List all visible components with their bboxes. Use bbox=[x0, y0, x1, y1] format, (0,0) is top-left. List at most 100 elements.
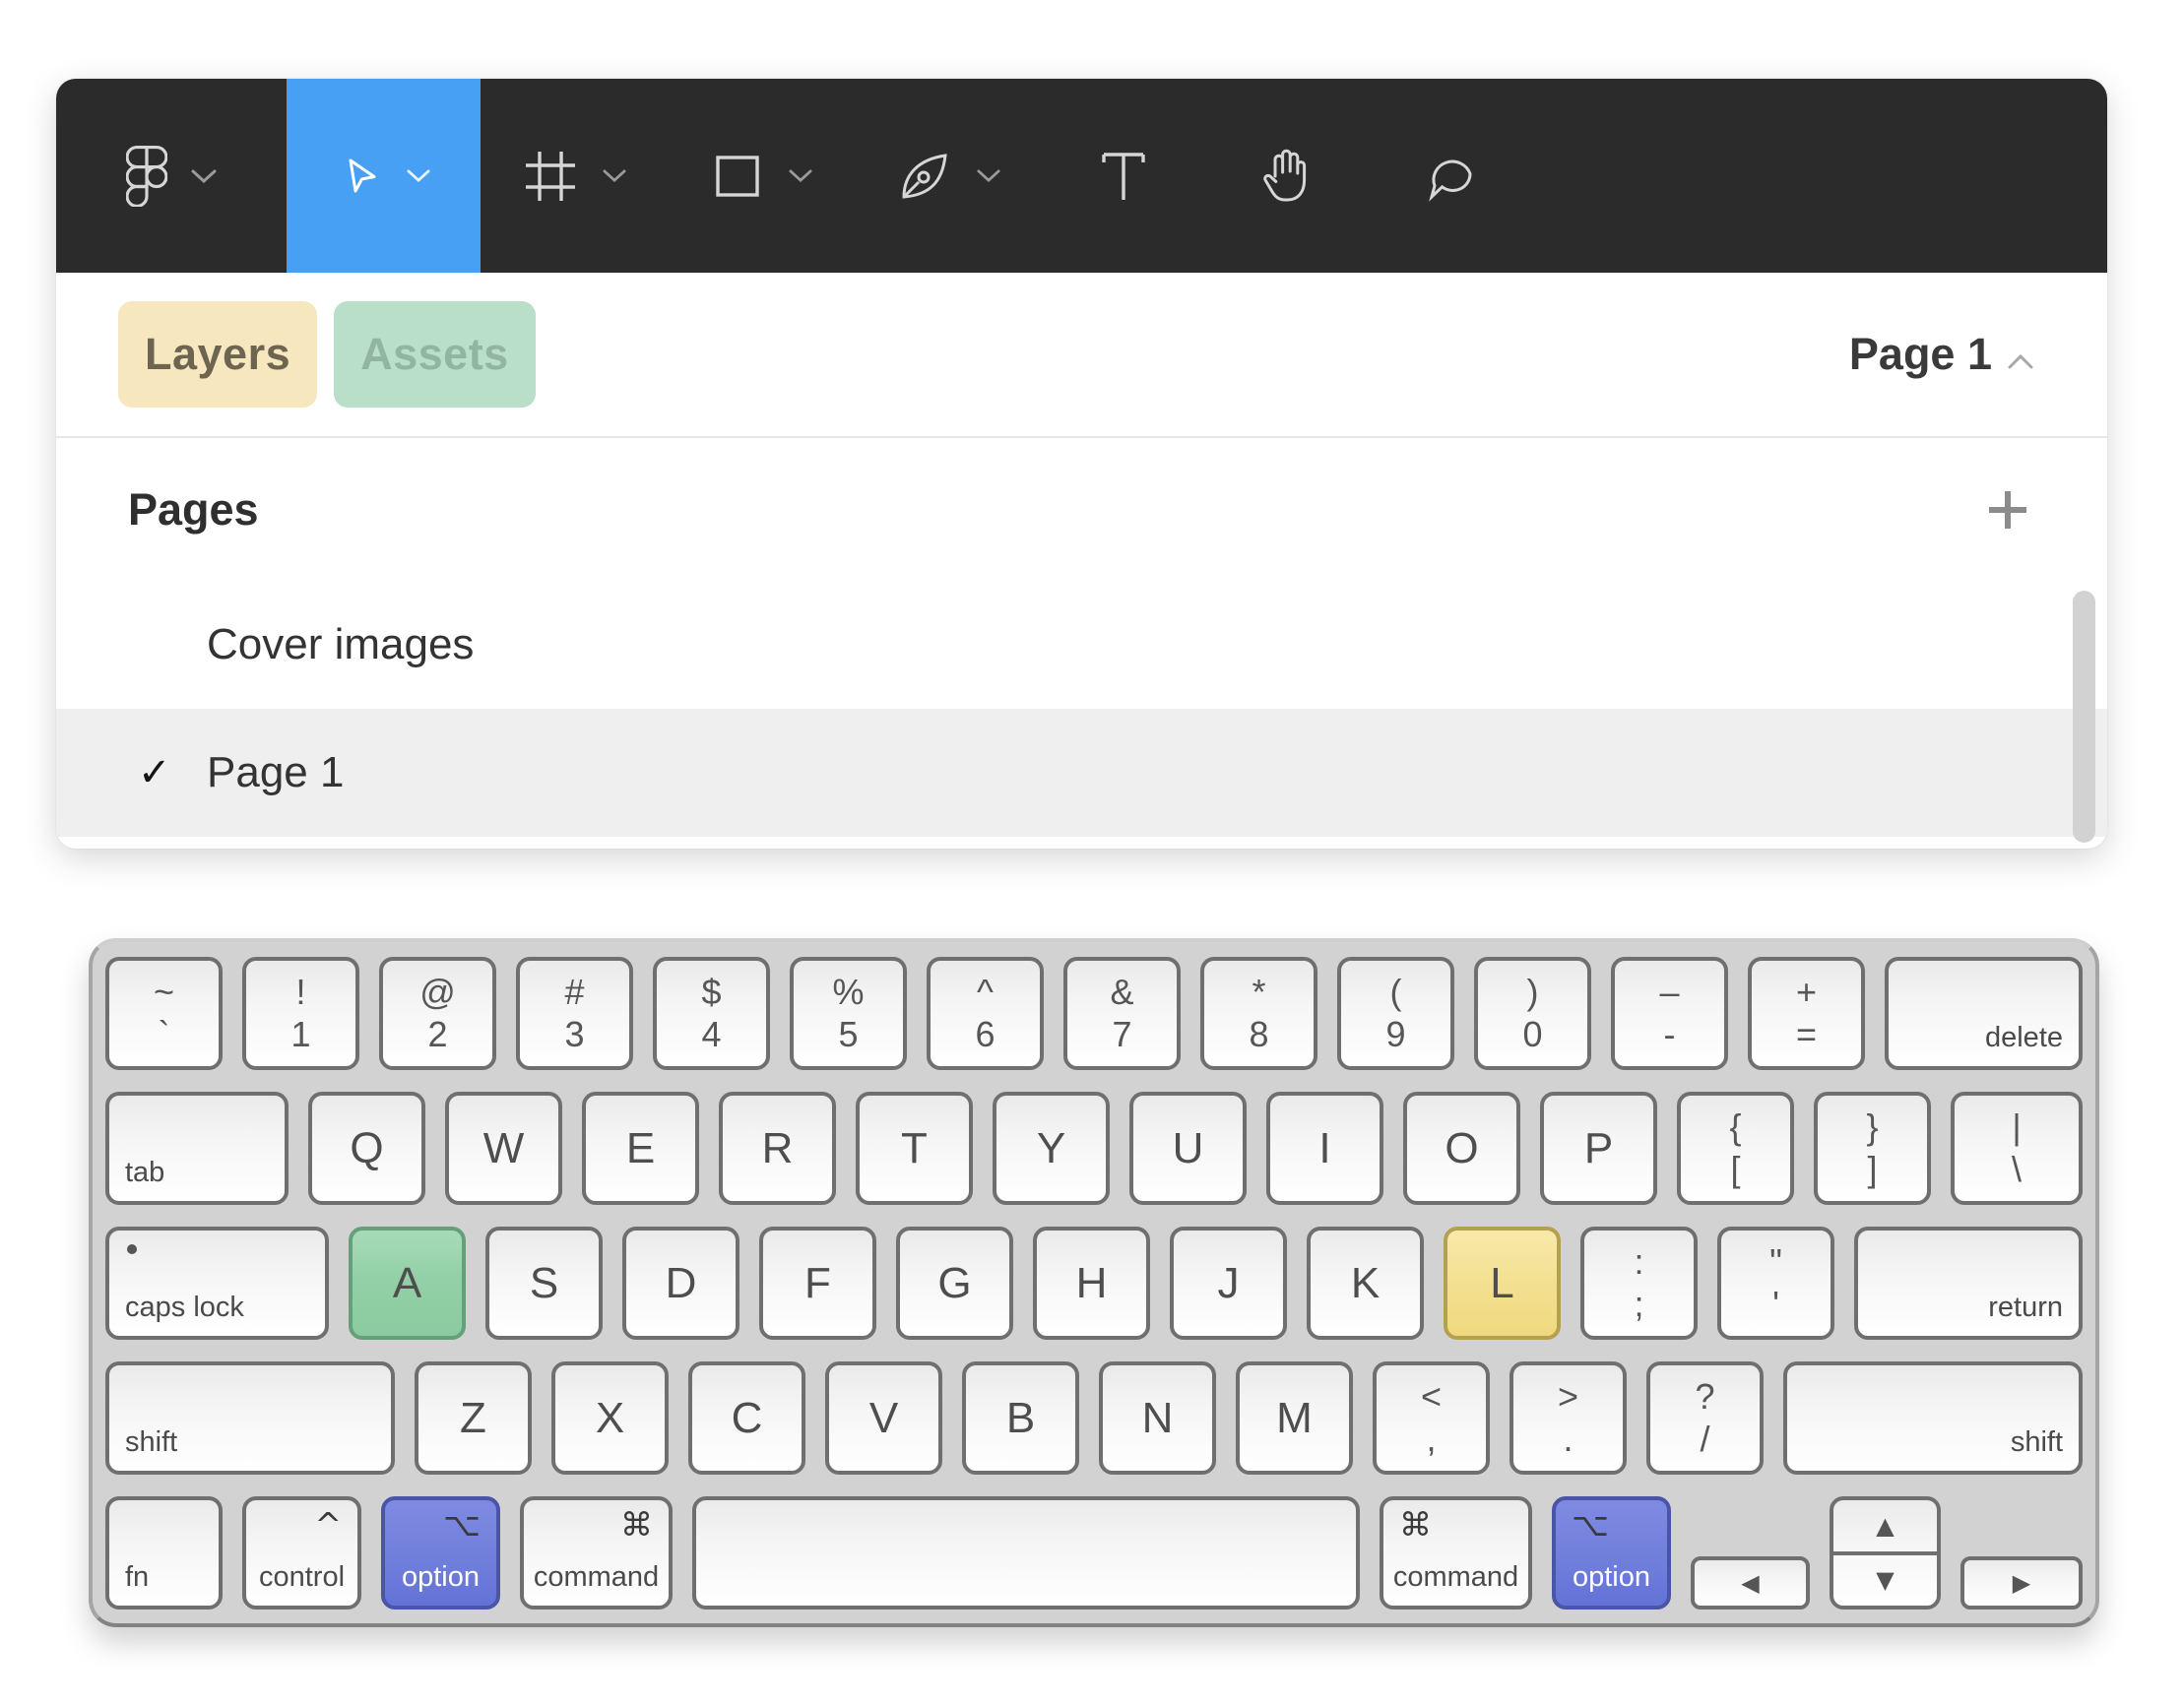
key-6[interactable]: ^6 bbox=[927, 957, 1044, 1070]
key-arrow-right[interactable]: ▶ bbox=[1960, 1556, 2083, 1610]
keyboard-row: tabQWERTYUIOP{[}]|\ bbox=[105, 1092, 2083, 1205]
figma-panel: Layers Assets Page 1 Pages Cover images bbox=[56, 79, 2107, 849]
key-e[interactable]: E bbox=[582, 1092, 699, 1205]
key-8[interactable]: *8 bbox=[1200, 957, 1317, 1070]
key-shift-left[interactable]: shift bbox=[105, 1361, 395, 1475]
key-backtick[interactable]: ~` bbox=[105, 957, 223, 1070]
key-slash[interactable]: ?/ bbox=[1646, 1361, 1764, 1475]
tab-assets[interactable]: Assets bbox=[334, 301, 536, 408]
hand-icon bbox=[1259, 147, 1315, 206]
main-menu-button[interactable] bbox=[56, 79, 287, 273]
key-1[interactable]: !1 bbox=[242, 957, 359, 1070]
tab-layers[interactable]: Layers bbox=[118, 301, 317, 408]
key-bracket-left[interactable]: {[ bbox=[1677, 1092, 1794, 1205]
tab-layers-label: Layers bbox=[145, 329, 290, 380]
key-z[interactable]: Z bbox=[415, 1361, 532, 1475]
key-4[interactable]: $4 bbox=[653, 957, 770, 1070]
key-fn[interactable]: fn bbox=[105, 1496, 223, 1610]
key-caps-lock[interactable]: caps lock bbox=[105, 1227, 329, 1340]
chevron-down-icon bbox=[191, 169, 217, 183]
shape-tool-button[interactable] bbox=[668, 79, 855, 273]
key-command-right[interactable]: ⌘command bbox=[1380, 1496, 1532, 1610]
pages-header: Pages bbox=[56, 438, 2107, 581]
key-b[interactable]: B bbox=[962, 1361, 1079, 1475]
key-n[interactable]: N bbox=[1099, 1361, 1216, 1475]
key-5[interactable]: %5 bbox=[790, 957, 907, 1070]
key-2[interactable]: @2 bbox=[379, 957, 496, 1070]
key-arrow-down[interactable]: ▼ bbox=[1833, 1551, 1937, 1607]
key-shift-right[interactable]: shift bbox=[1783, 1361, 2083, 1475]
key-option-right[interactable]: ⌥option bbox=[1552, 1496, 1671, 1610]
key-d[interactable]: D bbox=[622, 1227, 739, 1340]
keyboard-row: fn^control⌥option⌘command⌘command⌥option… bbox=[105, 1496, 2083, 1610]
caps-lock-indicator bbox=[127, 1244, 137, 1254]
page-selector[interactable]: Page 1 bbox=[1849, 329, 2033, 380]
page-selector-label: Page 1 bbox=[1849, 329, 1992, 380]
key-p[interactable]: P bbox=[1540, 1092, 1657, 1205]
key-q[interactable]: Q bbox=[308, 1092, 425, 1205]
key-0[interactable]: )0 bbox=[1474, 957, 1591, 1070]
key-bracket-right[interactable]: }] bbox=[1814, 1092, 1931, 1205]
key-j[interactable]: J bbox=[1170, 1227, 1287, 1340]
keyboard-row: ~`!1@2#3$4%5^6&7*8(9)0–-+=delete bbox=[105, 957, 2083, 1070]
key-s[interactable]: S bbox=[485, 1227, 603, 1340]
arrow-right-icon: ▶ bbox=[2013, 1571, 2030, 1595]
pages-scrollbar[interactable] bbox=[2073, 591, 2095, 843]
key-t[interactable]: T bbox=[856, 1092, 973, 1205]
add-page-button[interactable] bbox=[1985, 487, 2030, 533]
key-w[interactable]: W bbox=[445, 1092, 562, 1205]
key-option-left[interactable]: ⌥option bbox=[381, 1496, 500, 1610]
arrow-down-icon: ▼ bbox=[1876, 1568, 1894, 1592]
key-return[interactable]: return bbox=[1854, 1227, 2083, 1340]
chevron-down-icon bbox=[603, 169, 626, 182]
key-tab[interactable]: tab bbox=[105, 1092, 289, 1205]
key-quote[interactable]: "' bbox=[1717, 1227, 1834, 1340]
page-row-cover-images[interactable]: Cover images bbox=[56, 581, 2107, 709]
key-backslash[interactable]: |\ bbox=[1951, 1092, 2083, 1205]
page-name: Page 1 bbox=[207, 748, 344, 797]
key-g[interactable]: G bbox=[896, 1227, 1013, 1340]
key-control[interactable]: ^control bbox=[242, 1496, 361, 1610]
key-o[interactable]: O bbox=[1403, 1092, 1520, 1205]
key-l[interactable]: L bbox=[1444, 1227, 1561, 1340]
pen-tool-button[interactable] bbox=[855, 79, 1042, 273]
key-minus[interactable]: –- bbox=[1611, 957, 1728, 1070]
key-c[interactable]: C bbox=[688, 1361, 805, 1475]
key-comma[interactable]: <, bbox=[1373, 1361, 1490, 1475]
hand-tool-button[interactable] bbox=[1205, 79, 1369, 273]
key-h[interactable]: H bbox=[1033, 1227, 1150, 1340]
key-command-left[interactable]: ⌘command bbox=[520, 1496, 673, 1610]
key-v[interactable]: V bbox=[825, 1361, 942, 1475]
key-7[interactable]: &7 bbox=[1063, 957, 1181, 1070]
frame-icon bbox=[522, 148, 579, 205]
key-9[interactable]: (9 bbox=[1337, 957, 1454, 1070]
key-r[interactable]: R bbox=[719, 1092, 836, 1205]
frame-tool-button[interactable] bbox=[481, 79, 668, 273]
key-space[interactable] bbox=[692, 1496, 1360, 1610]
key-semicolon[interactable]: :; bbox=[1580, 1227, 1698, 1340]
key-a[interactable]: A bbox=[349, 1227, 466, 1340]
key-arrow-updown[interactable]: ▲▼ bbox=[1830, 1496, 1941, 1610]
text-tool-button[interactable] bbox=[1042, 79, 1205, 273]
chevron-down-icon bbox=[977, 169, 1000, 182]
option-left-symbol-icon: ⌥ bbox=[443, 1508, 481, 1541]
comment-tool-button[interactable] bbox=[1369, 79, 1532, 273]
page-row-page-1[interactable]: ✓ Page 1 bbox=[56, 709, 2107, 837]
key-arrow-left[interactable]: ◀ bbox=[1691, 1556, 1810, 1610]
chevron-down-icon bbox=[407, 169, 430, 182]
key-f[interactable]: F bbox=[759, 1227, 876, 1340]
key-u[interactable]: U bbox=[1129, 1092, 1247, 1205]
key-3[interactable]: #3 bbox=[516, 957, 633, 1070]
move-tool-button[interactable] bbox=[287, 79, 481, 273]
key-k[interactable]: K bbox=[1307, 1227, 1424, 1340]
checkmark-icon: ✓ bbox=[138, 750, 207, 795]
key-i[interactable]: I bbox=[1266, 1092, 1383, 1205]
key-equals[interactable]: += bbox=[1748, 957, 1865, 1070]
key-delete[interactable]: delete bbox=[1885, 957, 2083, 1070]
key-m[interactable]: M bbox=[1236, 1361, 1353, 1475]
key-period[interactable]: >. bbox=[1510, 1361, 1627, 1475]
key-arrow-up[interactable]: ▲ bbox=[1833, 1500, 1937, 1551]
key-x[interactable]: X bbox=[551, 1361, 669, 1475]
key-y[interactable]: Y bbox=[993, 1092, 1110, 1205]
text-icon bbox=[1098, 149, 1149, 204]
